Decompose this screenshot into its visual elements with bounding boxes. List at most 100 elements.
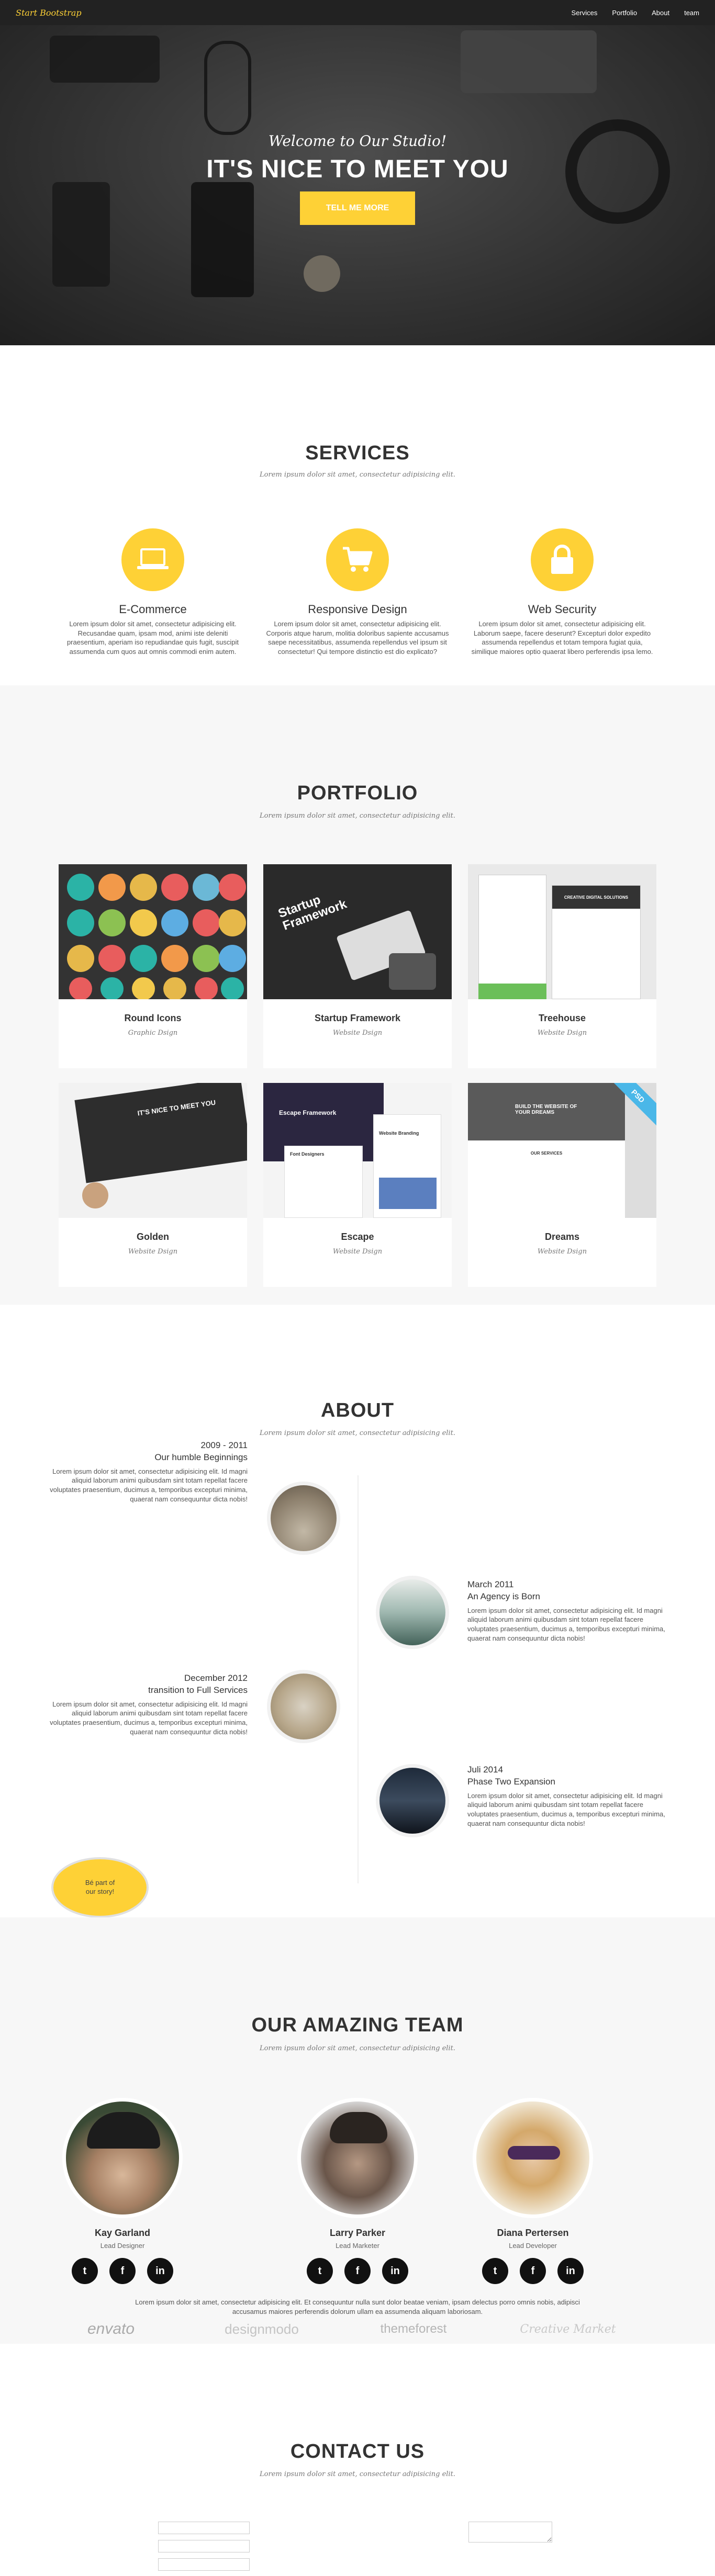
portfolio-item-treehouse[interactable]: CREATIVE DIGITAL SOLUTIONS Treehouse Web… [468, 864, 656, 1068]
wallet-image [50, 36, 160, 83]
linkedin-icon[interactable]: in [382, 2258, 408, 2284]
timeline-text: Lorem ipsum dolor sit amet, consectetur … [50, 1467, 248, 1503]
timeline-image-4 [376, 1764, 449, 1837]
avatar [62, 2098, 183, 2218]
social-links: t f in [263, 2258, 452, 2284]
timeline-image-3 [267, 1670, 340, 1743]
portfolio-item-dreams[interactable]: BUILD THE WEBSITE OF YOUR DREAMS OUR SER… [468, 1083, 656, 1287]
watch-image [304, 255, 340, 292]
be-part-of-story-bubble: Bé part of our story! [51, 1857, 149, 1918]
hair-shape [330, 2112, 387, 2143]
service-web-security: Web Security Lorem ipsum dolor sit amet,… [468, 528, 656, 656]
dreams-thumb-page: BUILD THE WEBSITE OF YOUR DREAMS OUR SER… [468, 1083, 625, 1218]
phone-image [191, 182, 254, 297]
facebook-icon[interactable]: f [109, 2258, 136, 2284]
about-title: ABOUT [320, 1399, 395, 1421]
portfolio-item-category: Website Dsign [537, 1248, 587, 1256]
portfolio-item-golden[interactable]: IT'S NICE TO MEET YOU Golden Website Dsi… [59, 1083, 247, 1287]
dreams-thumbnail: BUILD THE WEBSITE OF YOUR DREAMS OUR SER… [468, 1083, 656, 1218]
portfolio-item-title: Escape [341, 1231, 374, 1242]
creative-market-logo[interactable]: Creative Market [516, 2312, 620, 2346]
team-member-diana-pertersen: Diana Pertersen Lead Developer t f in [439, 2098, 627, 2284]
escape-thumb-page-left: Font Designers [284, 1146, 363, 1218]
service-title: Web Security [528, 603, 597, 616]
service-title: Responsive Design [308, 603, 407, 616]
notebook-image [461, 30, 597, 93]
portfolio-item-round-icons[interactable]: Round Icons Graphic Dsign [59, 864, 247, 1068]
facebook-icon[interactable]: f [520, 2258, 546, 2284]
portfolio-item-category: Website Dsign [537, 1029, 587, 1037]
avatar [473, 2098, 593, 2218]
portfolio-item-category: Graphic Dsign [128, 1029, 178, 1037]
member-name: Larry Parker [329, 2228, 386, 2238]
portfolio-item-startup-framework[interactable]: Startup Framework Startup Framework Webs… [263, 864, 452, 1068]
member-name: Diana Pertersen [497, 2228, 569, 2238]
linkedin-icon[interactable]: in [147, 2258, 173, 2284]
golden-thumb-screen [74, 1083, 247, 1183]
timeline-event-2: March 2011 An Agency is Born Lorem ipsum… [467, 1579, 666, 1643]
hero-welcome-text: Welcome to Our Studio! [268, 132, 447, 150]
phone-input[interactable] [158, 2558, 250, 2571]
portfolio-item-escape[interactable]: Escape Framework Font Designers Website … [263, 1083, 452, 1287]
email-input[interactable] [158, 2540, 250, 2552]
escape-thumb-label-left: Font Designers [290, 1151, 325, 1157]
page: Start Bootstrap Services Portfolio About… [0, 0, 715, 2576]
twitter-icon[interactable]: t [72, 2258, 98, 2284]
dreams-thumb-hero: BUILD THE WEBSITE OF YOUR DREAMS [468, 1083, 625, 1140]
golden-thumbnail: IT'S NICE TO MEET YOU [59, 1083, 247, 1218]
escape-thumbnail: Escape Framework Font Designers Website … [263, 1083, 452, 1218]
dreams-thumb-services: OUR SERVICES [530, 1151, 563, 1156]
twitter-icon[interactable]: t [307, 2258, 333, 2284]
services-title: SERVICES [305, 442, 410, 464]
nav-menu: Services Portfolio About team [572, 9, 699, 17]
portfolio-item-title: Golden [137, 1231, 169, 1242]
team-subtitle: Lorem ipsum dolor sit amet, consectetur … [260, 2044, 455, 2052]
service-text: Lorem ipsum dolor sit amet, consectetur … [471, 620, 653, 656]
twitter-icon[interactable]: t [482, 2258, 508, 2284]
service-title: E-Commerce [119, 603, 187, 616]
timeline-date: Juli 2014 [467, 1765, 504, 1775]
startup-thumb-camera [389, 953, 436, 990]
facebook-icon[interactable]: f [344, 2258, 371, 2284]
services-subtitle: Lorem ipsum dolor sit amet, consectetur … [260, 471, 455, 479]
bubble-text: Bé part of our story! [85, 1879, 115, 1895]
portfolio-subtitle: Lorem ipsum dolor sit amet, consectetur … [260, 812, 455, 820]
treehouse-page-header: CREATIVE DIGITAL SOLUTIONS [552, 886, 640, 909]
treehouse-page-left [478, 875, 546, 999]
timeline-event-4: Juli 2014 Phase Two Expansion Lorem ipsu… [467, 1764, 666, 1828]
designmodo-logo[interactable]: designmodo [209, 2312, 314, 2346]
member-role: Lead Marketer [336, 2242, 379, 2250]
brand-logo[interactable]: Start Bootstrap [16, 8, 82, 18]
cart-icon [326, 528, 389, 591]
portfolio-item-category: Website Dsign [332, 1029, 383, 1037]
treehouse-thumbnail: CREATIVE DIGITAL SOLUTIONS [468, 864, 656, 999]
linkedin-icon[interactable]: in [557, 2258, 584, 2284]
timeline-event-1: 2009 - 2011 Our humble Beginnings Lorem … [49, 1440, 248, 1504]
timeline-heading: Phase Two Expansion [467, 1776, 555, 1787]
service-ecommerce: E-Commerce Lorem ipsum dolor sit amet, c… [59, 528, 247, 656]
envato-logo[interactable]: envato [59, 2312, 163, 2346]
timeline-text: Lorem ipsum dolor sit amet, consectetur … [467, 1606, 665, 1642]
name-input[interactable] [158, 2522, 250, 2534]
message-textarea[interactable] [468, 2522, 552, 2543]
service-text: Lorem ipsum dolor sit amet, consectetur … [66, 620, 239, 656]
psd-badge-text: PSD [630, 1088, 646, 1104]
timeline-event-3: December 2012 transition to Full Service… [49, 1673, 248, 1736]
themeforest-logo[interactable]: themeforest [361, 2312, 466, 2346]
nav-link-team[interactable]: team [684, 9, 699, 17]
timeline-image-2 [376, 1576, 449, 1649]
nav-link-portfolio[interactable]: Portfolio [612, 9, 637, 17]
nav-link-about[interactable]: About [652, 9, 669, 17]
tell-me-more-button[interactable]: TELL ME MORE [300, 191, 415, 225]
contact-subtitle: Lorem ipsum dolor sit amet, consectetur … [260, 2470, 455, 2478]
timeline-text: Lorem ipsum dolor sit amet, consectetur … [50, 1700, 248, 1736]
member-role: Lead Developer [509, 2242, 557, 2250]
startup-framework-thumbnail: Startup Framework [263, 864, 452, 999]
about-subtitle: Lorem ipsum dolor sit amet, consectetur … [260, 1429, 455, 1437]
dreams-thumb-headline: BUILD THE WEBSITE OF YOUR DREAMS [515, 1104, 577, 1115]
portfolio-item-category: Website Dsign [128, 1248, 178, 1256]
timeline-heading: Our humble Beginnings [154, 1452, 248, 1462]
timeline-line [358, 1475, 359, 1883]
service-text: Lorem ipsum dolor sit amet, consectetur … [266, 620, 449, 656]
nav-link-services[interactable]: Services [572, 9, 598, 17]
